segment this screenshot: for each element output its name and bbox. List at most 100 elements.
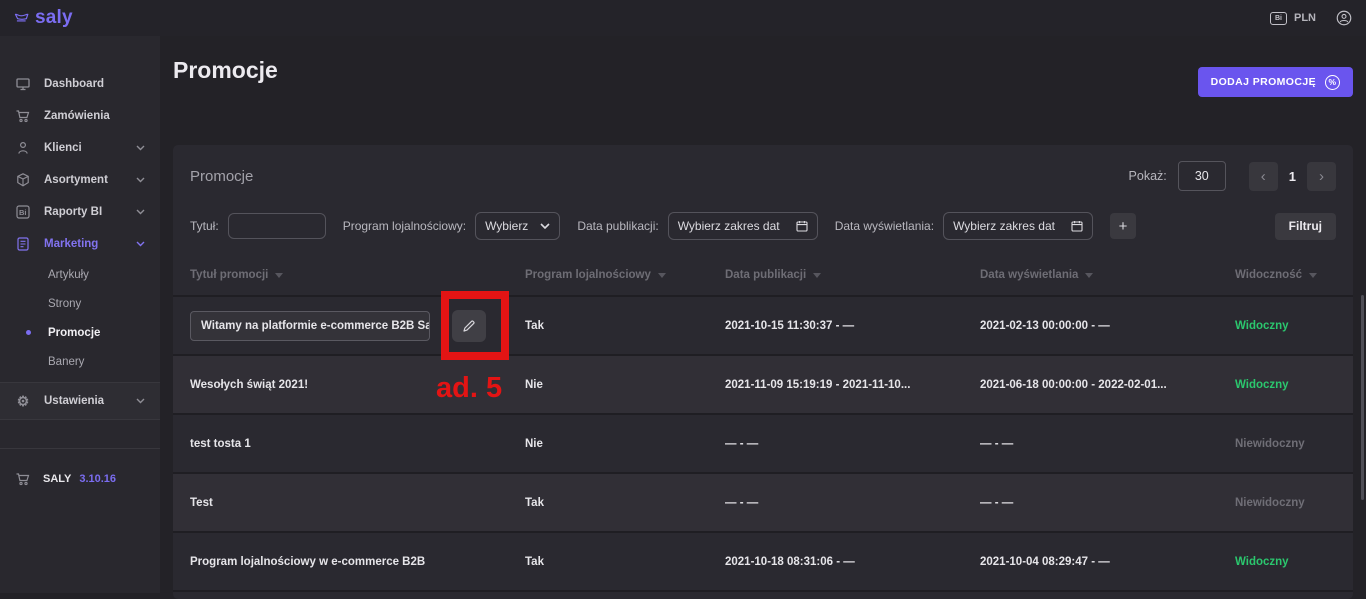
chevron-down-icon — [136, 241, 145, 247]
promotion-title-editbox[interactable]: Witamy na platformie e-commerce B2B Saly… — [190, 311, 430, 341]
display-cell: 2021-06-18 00:00:00 - 2022-02-01... — [980, 379, 1235, 391]
svg-text:Bi: Bi — [19, 208, 27, 217]
app-name: SALY — [43, 473, 71, 485]
user-account-icon[interactable] — [1336, 9, 1352, 27]
publication-filter-label: Data publikacji: — [577, 219, 658, 233]
visibility-badge: Niewidoczny — [1235, 497, 1336, 509]
table-row[interactable]: test tosta 1 Nie — - — — - — Niewidoczny — [173, 413, 1353, 472]
table-row[interactable]: Test Tak — - — — - — Niewidoczny — [173, 472, 1353, 531]
loyalty-cell: Tak — [525, 497, 725, 509]
display-date-value: Wybierz zakres dat — [953, 219, 1055, 233]
sidebar-subitem-artykuly[interactable]: Artykuły — [0, 260, 160, 289]
column-header-visibility[interactable]: Widoczność — [1235, 269, 1336, 281]
monitor-icon — [15, 76, 31, 92]
filter-submit-button[interactable]: Filtruj — [1275, 213, 1336, 240]
column-header-loyalty[interactable]: Program lojalnościowy — [525, 269, 725, 281]
add-filter-button[interactable]: + — [1110, 213, 1136, 239]
person-icon — [15, 140, 31, 156]
display-cell: — - — — [980, 438, 1235, 450]
table-row[interactable]: Wesołych świąt 2021! Nie 2021-11-09 15:1… — [173, 354, 1353, 413]
sidebar-subitem-promocje[interactable]: Promocje — [0, 318, 160, 347]
logo-text: saly — [35, 7, 73, 29]
pencil-icon — [462, 319, 476, 333]
sidebar-item-dashboard[interactable]: Dashboard — [0, 68, 160, 100]
title-filter-input[interactable] — [228, 213, 326, 239]
app-logo[interactable]: saly — [14, 7, 73, 29]
chevron-down-icon — [540, 223, 550, 229]
promotions-panel: Promocje Pokaż: ‹ 1 › Tytuł: Program loj… — [173, 145, 1353, 599]
loyalty-filter-value: Wybierz — [485, 219, 528, 233]
sidebar-item-label: Raporty BI — [44, 206, 102, 218]
sidebar-footer: SALY 3.10.16 — [0, 448, 160, 487]
scrollbar-thumb[interactable] — [1361, 295, 1364, 500]
table-row[interactable]: Witamy na platformie e-commerce B2B Saly… — [173, 295, 1353, 354]
show-label: Pokaż: — [1129, 169, 1167, 183]
loyalty-filter-label: Program lojalnościowy: — [343, 219, 466, 233]
calendar-icon — [1071, 220, 1083, 232]
gear-icon: ⚙ — [15, 393, 31, 410]
sidebar-item-marketing[interactable]: Marketing — [0, 228, 160, 260]
sidebar-item-ustawienia[interactable]: ⚙ Ustawienia — [0, 382, 160, 420]
pagination: Pokaż: ‹ 1 › — [1129, 161, 1336, 191]
publication-cell: — - — — [725, 438, 980, 450]
panel-title: Promocje — [190, 168, 253, 185]
sidebar-item-asortyment[interactable]: Asortyment — [0, 164, 160, 196]
sidebar-subitem-label: Strony — [48, 298, 81, 310]
display-filter-label: Data wyświetlania: — [835, 219, 934, 233]
sidebar-item-klienci[interactable]: Klienci — [0, 132, 160, 164]
panel-header: Promocje Pokaż: ‹ 1 › — [173, 145, 1353, 207]
publication-date-value: Wybierz zakres dat — [678, 219, 780, 233]
sidebar-item-label: Asortyment — [44, 174, 108, 186]
promotion-title: Wesołych świąt 2021! — [190, 379, 525, 391]
chevron-down-icon — [136, 145, 145, 151]
sidebar-item-raporty-bi[interactable]: Bi Raporty BI — [0, 196, 160, 228]
next-page-button[interactable]: › — [1307, 162, 1336, 191]
main-content: Promocje DODAJ PROMOCJĘ % Promocje Pokaż… — [160, 36, 1366, 593]
cart-icon — [15, 108, 31, 124]
visibility-badge: Widoczny — [1235, 320, 1336, 332]
active-dot — [26, 330, 31, 335]
currency-icon: Bi — [1270, 12, 1287, 25]
publication-cell: — - — — [725, 497, 980, 509]
page-size-input[interactable] — [1178, 161, 1226, 191]
column-header-display[interactable]: Data wyświetlania — [980, 269, 1235, 281]
page-title: Promocje — [173, 57, 278, 84]
sidebar-subitem-banery[interactable]: Banery — [0, 347, 160, 376]
sidebar-item-label: Ustawienia — [44, 395, 104, 407]
display-cell: — - — — [980, 497, 1235, 509]
loyalty-cell: Nie — [525, 379, 725, 391]
chevron-down-icon — [136, 209, 145, 215]
prev-page-button[interactable]: ‹ — [1249, 162, 1278, 191]
sidebar-subitem-label: Banery — [48, 356, 84, 368]
filter-bar: Tytuł: Program lojalnościowy: Wybierz Da… — [173, 207, 1353, 255]
add-promotion-label: DODAJ PROMOCJĘ — [1211, 76, 1316, 88]
calendar-icon — [796, 220, 808, 232]
sidebar-item-zamowienia[interactable]: Zamówienia — [0, 100, 160, 132]
publication-date-picker[interactable]: Wybierz zakres dat — [668, 212, 818, 240]
sidebar-item-label: Dashboard — [44, 78, 104, 90]
display-cell: 2021-02-13 00:00:00 - — — [980, 320, 1235, 332]
table-row[interactable]: Program lojalnościowy w e-commerce B2B T… — [173, 531, 1353, 590]
marketing-doc-icon — [15, 236, 31, 252]
loyalty-filter-select[interactable]: Wybierz — [475, 212, 560, 240]
sidebar-subitem-strony[interactable]: Strony — [0, 289, 160, 318]
promotion-title: Test — [190, 497, 525, 509]
visibility-badge: Widoczny — [1235, 379, 1336, 391]
column-header-publication[interactable]: Data publikacji — [725, 269, 980, 281]
chevron-down-icon — [136, 398, 145, 404]
promotion-title: Program lojalnościowy w e-commerce B2B — [190, 556, 525, 568]
chevron-down-icon — [136, 177, 145, 183]
sort-filter-icon — [813, 273, 821, 278]
display-date-picker[interactable]: Wybierz zakres dat — [943, 212, 1093, 240]
percent-icon: % — [1325, 75, 1340, 90]
edit-promotion-button[interactable] — [452, 310, 486, 342]
currency-selector[interactable]: Bi PLN — [1270, 12, 1316, 25]
display-cell: 2021-10-04 08:29:47 - — — [980, 556, 1235, 568]
promotion-title: Witamy na platformie e-commerce B2B Saly… — [201, 320, 430, 332]
sort-filter-icon — [1085, 273, 1093, 278]
table-row — [173, 590, 1353, 599]
add-promotion-button[interactable]: DODAJ PROMOCJĘ % — [1198, 67, 1353, 97]
column-header-title[interactable]: Tytuł promocji — [190, 269, 525, 281]
sidebar-subitem-label: Promocje — [48, 327, 100, 339]
app-version: 3.10.16 — [79, 473, 116, 485]
